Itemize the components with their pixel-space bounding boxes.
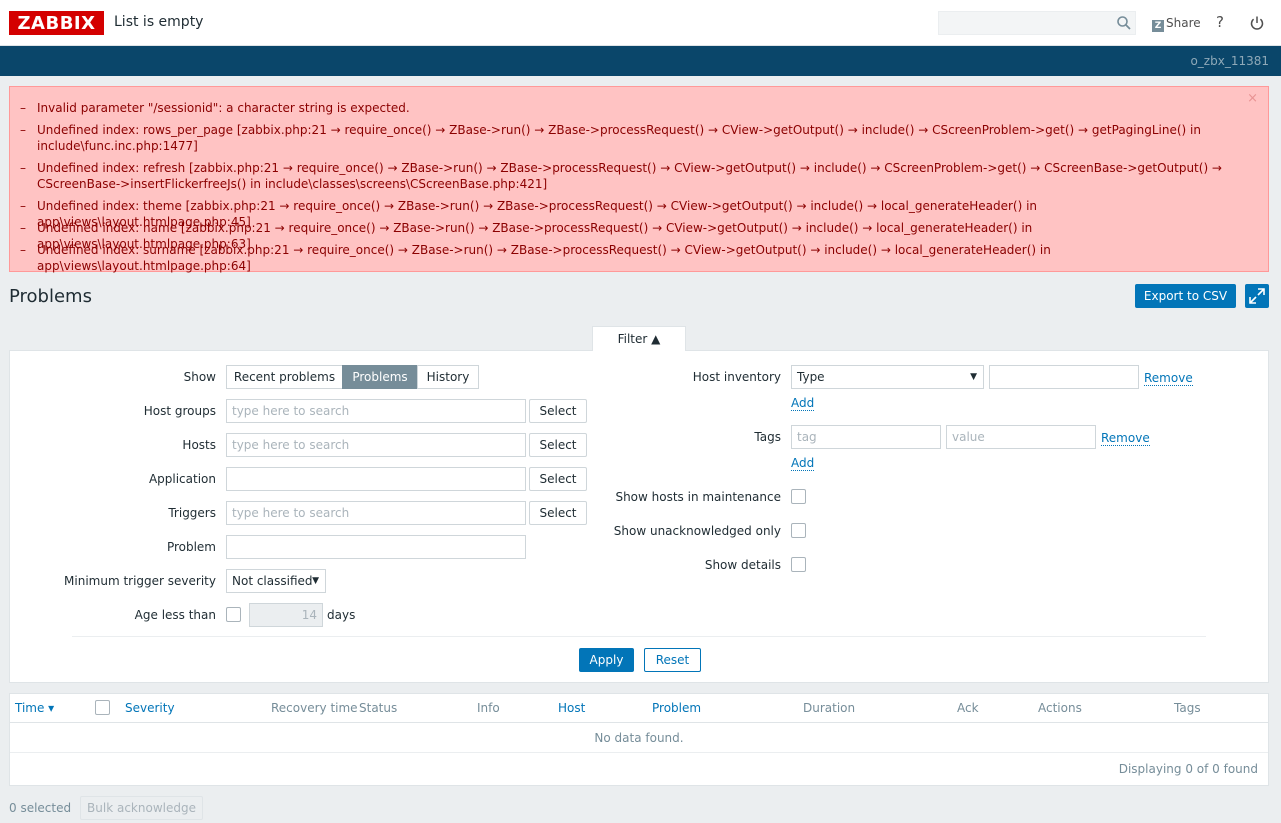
- user-bar: [0, 46, 1281, 76]
- page-title: Problems: [9, 286, 92, 307]
- application-input[interactable]: [226, 467, 526, 491]
- host-groups-input[interactable]: type here to search: [226, 399, 526, 423]
- column-duration: Duration: [803, 701, 856, 715]
- maintenance-checkbox[interactable]: [791, 489, 806, 504]
- age-unit: days: [327, 608, 356, 622]
- global-search[interactable]: [938, 11, 1136, 35]
- triggers-select-button[interactable]: Select: [529, 501, 587, 525]
- select-all-checkbox[interactable]: [95, 700, 110, 715]
- tag-remove-link[interactable]: Remove: [1101, 431, 1150, 446]
- maintenance-label: Show hosts in maintenance: [615, 490, 781, 504]
- column-time[interactable]: Time ▾: [15, 701, 54, 715]
- table-header-divider: [10, 722, 1268, 723]
- share-label: Share: [1166, 16, 1201, 30]
- unacknowledged-checkbox[interactable]: [791, 523, 806, 538]
- dropdown-arrow-icon: ▼: [970, 372, 977, 382]
- show-label: Show: [183, 370, 216, 384]
- age-label: Age less than: [134, 608, 216, 622]
- host-groups-label: Host groups: [143, 404, 216, 418]
- min-severity-label: Minimum trigger severity: [64, 574, 216, 588]
- details-checkbox[interactable]: [791, 557, 806, 572]
- host-inventory-value-input[interactable]: [989, 365, 1139, 389]
- host-inventory-type-select[interactable]: Type ▼: [791, 365, 984, 389]
- host-inventory-add-link[interactable]: Add: [791, 396, 815, 411]
- problem-label: Problem: [166, 540, 216, 554]
- help-icon[interactable]: ?: [1216, 13, 1224, 31]
- age-checkbox[interactable]: [226, 607, 241, 622]
- paging-info: Displaying 0 of 0 found: [1118, 762, 1258, 776]
- error-line: – Undefined index: refresh [zabbix.php:21…: [20, 161, 1222, 191]
- details-label: Show details: [704, 558, 781, 572]
- table-row-divider: [10, 752, 1268, 753]
- application-select-button[interactable]: Select: [529, 467, 587, 491]
- apply-button[interactable]: Apply: [579, 648, 634, 672]
- column-severity[interactable]: Severity: [125, 701, 175, 715]
- show-problems[interactable]: Problems: [342, 365, 418, 389]
- problem-input[interactable]: [226, 535, 526, 559]
- error-message-box: × – Invalid parameter "/sessionid": a cha…: [9, 86, 1269, 273]
- column-recovery-time: Recovery time: [271, 701, 358, 715]
- bulk-acknowledge-button[interactable]: Bulk acknowledge: [80, 796, 203, 820]
- share-icon: Z: [1152, 20, 1164, 32]
- tag-value-input[interactable]: value: [946, 425, 1096, 449]
- fullscreen-icon[interactable]: [1245, 284, 1269, 308]
- tag-name-input[interactable]: tag: [791, 425, 941, 449]
- power-icon[interactable]: [1249, 15, 1265, 31]
- column-ack: Ack: [957, 701, 979, 715]
- column-info: Info: [477, 701, 500, 715]
- triggers-label: Triggers: [168, 506, 216, 520]
- filter-tab[interactable]: Filter ▲: [592, 326, 686, 351]
- application-label: Application: [148, 472, 216, 486]
- tag-add-link[interactable]: Add: [791, 456, 815, 471]
- column-status: Status: [359, 701, 398, 715]
- dropdown-arrow-icon: ▼: [312, 576, 319, 586]
- selected-count: 0 selected: [9, 801, 72, 815]
- error-line: – Undefined index: surname [zabbix.php:21…: [20, 243, 1051, 273]
- close-icon[interactable]: ×: [1247, 91, 1258, 106]
- unacknowledged-label: Show unacknowledged only: [613, 524, 781, 538]
- reset-button[interactable]: Reset: [644, 648, 701, 672]
- column-actions: Actions: [1038, 701, 1082, 715]
- age-input[interactable]: 14: [249, 603, 323, 627]
- page-heading: List is empty: [114, 14, 204, 30]
- show-history[interactable]: History: [417, 365, 479, 389]
- global-search-input[interactable]: [939, 12, 1135, 34]
- tags-label: Tags: [754, 430, 781, 444]
- username: o_zbx_11381: [1190, 54, 1269, 68]
- triggers-input[interactable]: type here to search: [226, 501, 526, 525]
- filter-divider: [72, 636, 1206, 637]
- hosts-label: Hosts: [182, 438, 216, 452]
- min-severity-select[interactable]: Not classified ▼: [226, 569, 326, 593]
- hosts-select-button[interactable]: Select: [529, 433, 587, 457]
- host-groups-select-button[interactable]: Select: [529, 399, 587, 423]
- column-tags: Tags: [1174, 701, 1201, 715]
- host-inventory-remove-link[interactable]: Remove: [1144, 371, 1193, 386]
- error-line: – Undefined index: rows_per_page [zabbix.…: [20, 123, 1201, 153]
- column-host[interactable]: Host: [558, 701, 585, 715]
- search-icon[interactable]: [1116, 15, 1132, 31]
- zabbix-logo[interactable]: ZABBIX: [9, 11, 104, 35]
- empty-table-message: No data found.: [594, 731, 684, 745]
- error-line: – Invalid parameter "/sessionid": a chara…: [20, 101, 410, 115]
- column-problem[interactable]: Problem: [652, 701, 701, 715]
- host-inventory-label: Host inventory: [692, 370, 781, 384]
- hosts-input[interactable]: type here to search: [226, 433, 526, 457]
- share-link[interactable]: Z Share: [1152, 16, 1201, 32]
- show-recent-problems[interactable]: Recent problems: [226, 365, 343, 389]
- export-csv-button[interactable]: Export to CSV: [1135, 284, 1236, 308]
